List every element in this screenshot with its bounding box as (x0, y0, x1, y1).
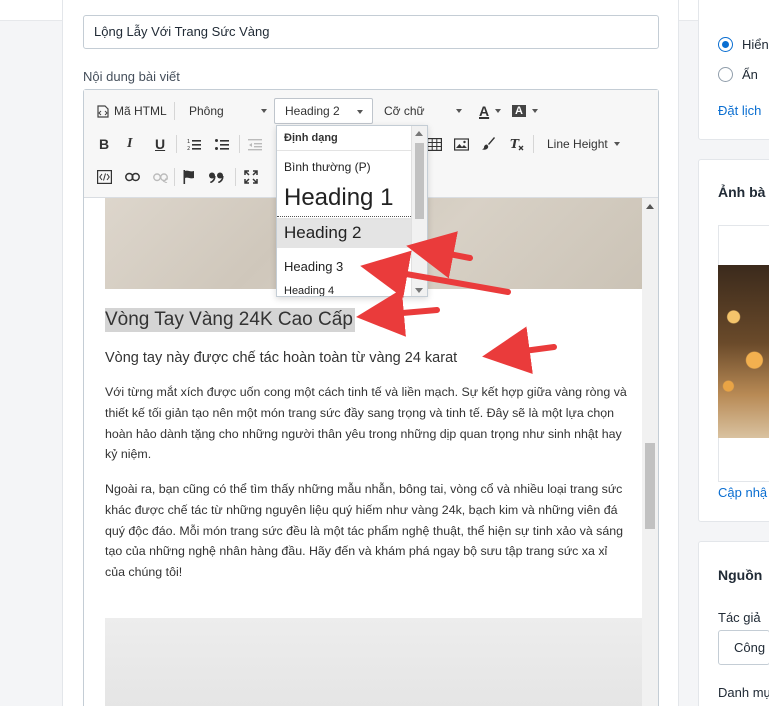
visibility-show-label: Hiển (742, 37, 769, 52)
featured-image-thumbnail[interactable] (718, 265, 769, 438)
bullet-list-button[interactable] (215, 132, 229, 156)
visibility-hide-label: Ẩn (742, 67, 758, 82)
source-card: Nguồn Tác giả Công Danh mụ (698, 541, 769, 706)
author-select[interactable]: Công (718, 630, 769, 665)
toolbar-divider (239, 135, 240, 153)
category-label: Danh mụ (718, 685, 769, 700)
font-size-label: Cỡ chữ (384, 104, 425, 118)
svg-text:1: 1 (187, 139, 190, 145)
text-color-button[interactable]: A (479, 99, 501, 123)
fullscreen-button[interactable] (244, 165, 258, 189)
quote-icon (209, 172, 224, 183)
insert-link-button[interactable] (125, 165, 140, 189)
flag-icon (183, 170, 194, 184)
format-option-heading-1[interactable]: Heading 1 (277, 181, 411, 217)
format-dropdown-scrollbar[interactable] (411, 126, 427, 296)
content-label: Nội dung bài viết (83, 69, 180, 84)
visibility-hide-radio[interactable] (718, 67, 733, 82)
clear-format-icon: T (510, 137, 524, 151)
featured-image-card: Ảnh bà Cập nhậ (698, 159, 769, 522)
format-option-heading-3[interactable]: Heading 3 (277, 256, 411, 278)
format-select[interactable]: Heading 2 (274, 98, 373, 124)
visibility-card: Hiển Ẩn Đặt lịch (698, 0, 769, 140)
schedule-link[interactable]: Đặt lịch (718, 103, 761, 118)
image-icon (454, 137, 469, 151)
scroll-up-arrow-icon[interactable] (415, 131, 423, 136)
article-paragraph[interactable]: Với từng mắt xích được uốn cong một cách… (105, 382, 629, 465)
source-title: Nguồn (718, 567, 763, 583)
toolbar-divider (174, 102, 175, 120)
scroll-down-arrow-icon[interactable] (415, 288, 423, 293)
underline-icon: U (155, 136, 166, 152)
toolbar-divider (235, 168, 236, 186)
format-option-paragraph[interactable]: Bình thường (P) (277, 156, 411, 178)
background-color-button[interactable]: A (512, 99, 538, 123)
article-heading-3[interactable]: Vòng tay này được chế tác hoàn toàn từ v… (105, 350, 457, 366)
ordered-list-icon: 12 (187, 139, 201, 151)
insert-image-button[interactable] (454, 132, 469, 156)
clear-format-button[interactable]: T (510, 132, 525, 156)
background-color-icon: A (512, 105, 526, 117)
font-family-dropdown[interactable]: Phông (189, 99, 267, 123)
bullet-list-icon (215, 138, 229, 150)
article-paragraph[interactable]: Ngoài ra, bạn cũng có thể tìm thấy những… (105, 479, 629, 583)
ordered-list-button[interactable]: 12 (187, 132, 201, 156)
toolbar-divider (176, 135, 177, 153)
text-color-icon: A (479, 103, 490, 119)
format-dropdown-scroll-thumb[interactable] (415, 143, 424, 219)
italic-icon: I (127, 136, 133, 151)
article-heading-2[interactable]: Vòng Tay Vàng 24K Cao Cấp (105, 308, 355, 332)
format-painter-button[interactable] (482, 132, 496, 156)
table-icon (427, 137, 442, 151)
outdent-button[interactable] (248, 132, 262, 156)
font-size-dropdown[interactable]: Cỡ chữ (384, 99, 462, 123)
html-code-label: Mã HTML (114, 104, 167, 118)
file-code-icon (97, 104, 109, 118)
font-family-label: Phông (189, 104, 224, 118)
format-dropdown-menu: Định dạng Bình thường (P) Heading 1 Head… (276, 125, 428, 297)
code-view-icon (97, 170, 112, 184)
article-editor-card: Lộng Lẫy Với Trang Sức Vàng Nội dung bài… (62, 0, 679, 706)
featured-image-title: Ảnh bà (718, 184, 766, 200)
update-image-link[interactable]: Cập nhậ (718, 485, 767, 500)
link-icon (125, 172, 140, 182)
outdent-icon (248, 138, 262, 150)
format-option-heading-2[interactable]: Heading 2 (277, 218, 411, 248)
visibility-show-radio[interactable] (718, 37, 733, 52)
svg-text:2: 2 (187, 146, 190, 151)
format-option-heading-4[interactable]: Heading 4 (277, 280, 411, 296)
underline-button[interactable]: U (155, 132, 165, 156)
insert-table-button[interactable] (427, 132, 442, 156)
html-code-button[interactable]: Mã HTML (97, 99, 167, 123)
svg-text:T: T (510, 137, 520, 151)
line-height-label: Line Height (547, 137, 608, 151)
code-view-button[interactable] (97, 165, 112, 189)
anchor-flag-button[interactable] (183, 165, 195, 189)
author-label: Tác giả (718, 610, 761, 625)
toolbar-divider (174, 168, 175, 186)
blockquote-button[interactable] (209, 165, 224, 189)
toolbar-divider (533, 135, 534, 153)
rich-text-editor: Mã HTML Phông Heading 2 Cỡ chữ A A B I U… (83, 89, 659, 706)
brush-icon (482, 137, 495, 150)
editor-scrollbar[interactable] (642, 198, 658, 706)
format-dropdown-header: Định dạng (277, 126, 411, 151)
bold-icon: B (99, 136, 110, 152)
scroll-up-arrow-icon[interactable] (646, 204, 654, 209)
title-input[interactable]: Lộng Lẫy Với Trang Sức Vàng (83, 15, 659, 49)
italic-button[interactable]: I (127, 132, 132, 156)
expand-icon (244, 170, 258, 184)
line-height-dropdown[interactable]: Line Height (547, 132, 620, 156)
editor-scroll-thumb[interactable] (645, 443, 655, 529)
bold-button[interactable]: B (99, 132, 109, 156)
article-image[interactable] (105, 618, 642, 706)
unlink-button[interactable] (153, 165, 168, 189)
unlink-icon (153, 172, 168, 183)
